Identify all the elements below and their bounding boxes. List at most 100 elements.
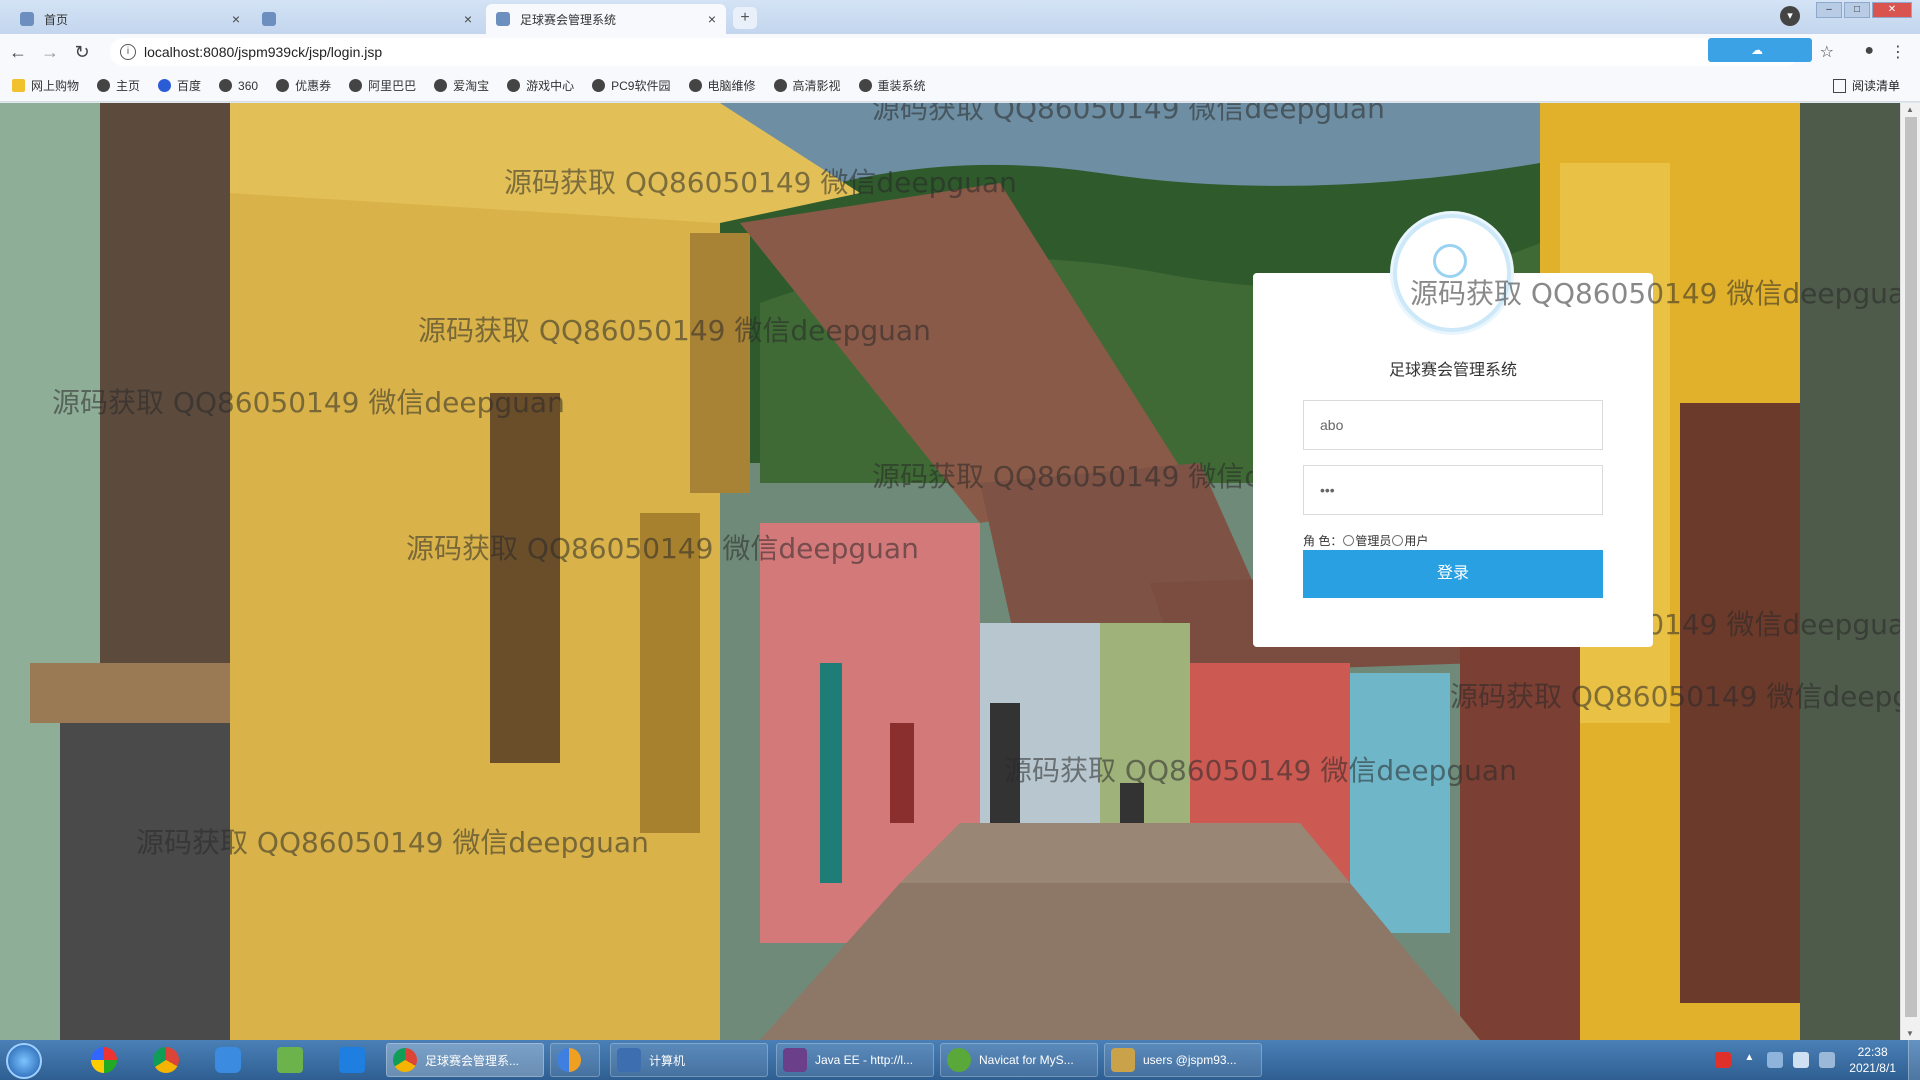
cloud-icon: ☁ (1751, 43, 1763, 57)
chart-icon (277, 1047, 303, 1073)
site-info-icon[interactable]: i (120, 44, 136, 60)
taskbar-task[interactable]: Navicat for MyS... (940, 1043, 1098, 1077)
action-center-icon[interactable] (1819, 1052, 1836, 1068)
reading-list-button[interactable]: 阅读清单 (1832, 77, 1900, 94)
watermark-text: 源码获取 QQ86050149 微信deepguan (406, 532, 919, 565)
forward-icon[interactable]: → (36, 38, 64, 66)
app-icon (557, 1048, 581, 1072)
pinned-app[interactable] (206, 1044, 250, 1076)
taskbar-task[interactable]: Java EE - http://l... (776, 1043, 934, 1077)
role-option-label: 用户 (1404, 534, 1429, 548)
chrome-icon (393, 1048, 417, 1072)
bookmark-item[interactable]: 百度 (158, 77, 201, 94)
extension-button[interactable]: ☁ (1708, 38, 1812, 62)
bookmark-label: 高清影视 (792, 79, 841, 93)
scroll-down-icon[interactable]: ▼ (1906, 1029, 1914, 1038)
watermark-text: 源码获取 QQ86050149 微信deepguan (504, 166, 1017, 199)
tab-label: 首页 (44, 12, 69, 27)
reload-icon[interactable]: ↻ (68, 38, 96, 66)
page-favicon-icon (496, 12, 510, 26)
reading-list-icon (1832, 78, 1846, 93)
pinned-app[interactable] (82, 1044, 126, 1076)
globe-icon (349, 79, 363, 92)
address-bar[interactable]: i (110, 38, 1800, 66)
role-radio-admin[interactable] (1343, 535, 1355, 546)
globe-icon (434, 79, 448, 92)
folder-icon (12, 79, 25, 92)
back-icon[interactable]: ← (4, 38, 32, 66)
computer-icon (617, 1048, 641, 1072)
tab-second[interactable]: × (252, 4, 482, 34)
scroll-up-icon[interactable]: ▲ (1906, 105, 1914, 114)
tray-expand-icon[interactable]: ▲ (1741, 1052, 1757, 1068)
bookmark-item[interactable]: 网上购物 (12, 77, 79, 94)
login-button[interactable]: 登录 (1303, 550, 1603, 598)
username-input[interactable] (1303, 400, 1603, 450)
page-favicon-icon (20, 12, 34, 26)
taskbar-task[interactable]: users @jspm93... (1104, 1043, 1262, 1077)
eclipse-icon (783, 1048, 807, 1072)
bookmark-item[interactable]: 高清影视 (773, 77, 841, 94)
page-favicon-icon (262, 12, 276, 26)
show-desktop-button[interactable] (1908, 1040, 1920, 1080)
close-icon[interactable]: × (464, 11, 472, 27)
taskbar-task[interactable]: 足球赛会管理系... (386, 1043, 544, 1077)
system-tray: ▲ 22:38 2021/8/1 (1715, 1040, 1920, 1080)
profile-icon[interactable]: ● (1864, 42, 1874, 60)
globe-icon (219, 79, 233, 92)
network-icon[interactable] (1767, 1052, 1784, 1068)
taskbar-task[interactable] (550, 1043, 600, 1077)
more-menu-icon[interactable]: ⋮ (1890, 42, 1906, 62)
bookmark-label: 电脑维修 (707, 79, 756, 93)
role-selector: 角 色： 管理员 用户 (1303, 532, 1428, 549)
browser-menu-icon[interactable]: ▾ (1780, 6, 1800, 26)
bookmark-label: 阿里巴巴 (368, 79, 417, 93)
bookmark-label: 爱淘宝 (453, 79, 490, 93)
close-icon[interactable]: × (232, 11, 240, 27)
new-tab-button[interactable]: + (733, 7, 757, 29)
bookmark-item[interactable]: 爱淘宝 (434, 77, 489, 94)
bookmark-item[interactable]: PC9软件园 (592, 77, 671, 94)
scrollbar-thumb[interactable] (1905, 117, 1917, 1017)
pinned-chrome[interactable] (144, 1044, 188, 1076)
bookmark-item[interactable]: 阿里巴巴 (349, 77, 416, 94)
taskbar-task[interactable]: 计算机 (610, 1043, 768, 1077)
tab-login[interactable]: 足球赛会管理系统 × (486, 4, 726, 34)
role-radio-user[interactable] (1392, 535, 1404, 546)
globe-icon (276, 79, 290, 92)
bookmark-item[interactable]: 游戏中心 (507, 77, 574, 94)
baidu-paw-icon (158, 79, 172, 92)
bookmark-item[interactable]: 电脑维修 (688, 77, 756, 94)
bookmark-item[interactable]: 主页 (97, 77, 140, 94)
tab-label: 足球赛会管理系统 (520, 12, 617, 27)
clock-time: 22:38 (1857, 1045, 1888, 1059)
start-button[interactable] (6, 1043, 42, 1079)
bookmark-label: 百度 (177, 79, 202, 93)
task-label: 足球赛会管理系... (425, 1053, 520, 1068)
globe-icon (592, 79, 606, 92)
system-clock[interactable]: 22:38 2021/8/1 (1849, 1044, 1896, 1076)
maximize-button[interactable]: □ (1844, 2, 1870, 18)
star-icon[interactable]: ☆ (1820, 42, 1834, 62)
cloud-icon (215, 1047, 241, 1073)
volume-icon[interactable] (1793, 1052, 1810, 1068)
pinned-app[interactable] (330, 1044, 374, 1076)
watermark-text: 源码获取 QQ86050149 微信deepguan (418, 314, 931, 347)
bookmark-item[interactable]: 重装系统 (858, 77, 926, 94)
bookmark-item[interactable]: 优惠券 (276, 77, 331, 94)
password-input[interactable] (1303, 465, 1603, 515)
minimize-button[interactable]: – (1816, 2, 1842, 18)
task-label: users @jspm93... (1143, 1053, 1237, 1067)
input-method-icon[interactable] (1715, 1052, 1732, 1068)
bookmark-item[interactable]: 360 (219, 79, 258, 93)
page-scrollbar[interactable]: ▲ ▼ (1900, 103, 1920, 1040)
pinned-app[interactable] (268, 1044, 312, 1076)
bookmark-label: 主页 (116, 79, 141, 93)
watermark-text: 源码获取 QQ86050149 微信deepguan (136, 826, 649, 859)
bookmark-label: 360 (238, 78, 259, 93)
url-input[interactable] (144, 44, 744, 60)
tab-home[interactable]: 首页 × (10, 4, 250, 34)
close-icon[interactable]: × (708, 11, 716, 27)
close-window-button[interactable]: ✕ (1872, 2, 1912, 18)
watermark-text: 源码获取 QQ86050149 微信deepguan (872, 103, 1385, 125)
